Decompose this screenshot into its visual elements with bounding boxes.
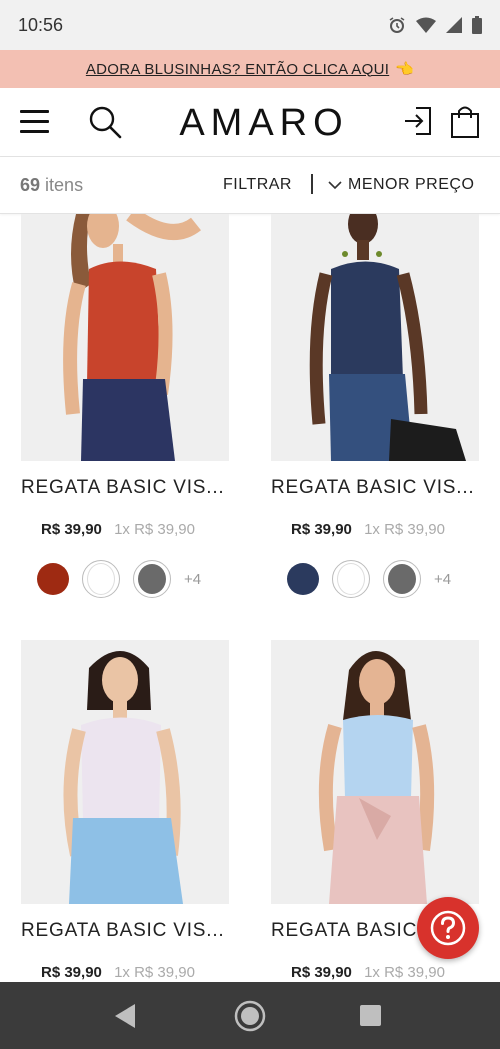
promo-banner[interactable]: ADORA BLUSINHAS? ENTÃO CLICA AQUI 👈 xyxy=(0,50,500,88)
model-photo xyxy=(21,640,229,904)
product-price: R$ 39,90 xyxy=(41,521,102,538)
product-image[interactable] xyxy=(21,640,229,904)
product-image[interactable] xyxy=(21,214,229,461)
color-swatch-white[interactable] xyxy=(332,560,370,598)
recents-icon[interactable] xyxy=(360,1005,381,1026)
status-icons xyxy=(388,16,482,34)
price-row: R$ 39,90 1x R$ 39,90 xyxy=(271,964,481,981)
product-installment: 1x R$ 39,90 xyxy=(114,521,195,538)
product-price: R$ 39,90 xyxy=(41,964,102,981)
results-count-label: itens xyxy=(45,175,84,195)
login-icon[interactable] xyxy=(404,106,432,136)
product-price: R$ 39,90 xyxy=(291,521,352,538)
product-installment: 1x R$ 39,90 xyxy=(114,964,195,981)
product-card[interactable]: REGATA BASIC VIS... R$ 39,90 1x R$ 39,90 xyxy=(21,640,231,981)
help-button[interactable] xyxy=(417,897,479,959)
back-icon[interactable] xyxy=(113,1003,137,1029)
alarm-icon xyxy=(389,17,405,33)
price-row: R$ 39,90 1x R$ 39,90 xyxy=(21,521,231,538)
product-name[interactable]: REGATA BASIC VIS... xyxy=(21,477,231,499)
shopping-bag-icon[interactable] xyxy=(450,105,480,139)
product-image[interactable] xyxy=(271,214,479,461)
status-time: 10:56 xyxy=(18,14,64,35)
color-swatch-rust[interactable] xyxy=(37,563,69,595)
signal-icon xyxy=(446,17,462,33)
promo-text[interactable]: ADORA BLUSINHAS? ENTÃO CLICA AQUI xyxy=(86,61,389,78)
results-toolbar: 69 itens FILTRAR MENOR PREÇO xyxy=(0,157,500,214)
product-name[interactable]: REGATA BASIC VIS... xyxy=(21,920,231,942)
home-icon[interactable] xyxy=(234,1000,266,1032)
chevron-down-icon xyxy=(328,180,342,189)
color-swatch-gray[interactable] xyxy=(383,560,421,598)
product-grid: REGATA BASIC VIS... R$ 39,90 1x R$ 39,90… xyxy=(0,214,500,982)
more-colors[interactable]: +4 xyxy=(434,571,451,588)
status-bar: 10:56 xyxy=(0,0,500,50)
battery-icon xyxy=(472,16,482,34)
results-count-number: 69 xyxy=(20,175,41,195)
system-nav-bar xyxy=(0,982,500,1049)
color-swatch-navy[interactable] xyxy=(287,563,319,595)
model-photo xyxy=(21,214,229,461)
product-card[interactable]: REGATA BASIC VIS... R$ 39,90 1x R$ 39,90… xyxy=(21,214,231,598)
sort-button[interactable]: MENOR PREÇO xyxy=(328,176,474,194)
product-card[interactable]: REGATA BASIC VIS... R$ 39,90 1x R$ 39,90… xyxy=(271,214,481,598)
color-swatches: +4 xyxy=(21,560,231,598)
product-image[interactable] xyxy=(271,640,479,904)
product-price: R$ 39,90 xyxy=(291,964,352,981)
question-icon xyxy=(430,910,466,946)
product-name[interactable]: REGATA BASIC VIS... xyxy=(271,477,481,499)
toolbar-divider xyxy=(311,174,313,194)
more-colors[interactable]: +4 xyxy=(184,571,201,588)
price-row: R$ 39,90 1x R$ 39,90 xyxy=(271,521,481,538)
model-photo xyxy=(271,214,479,461)
product-installment: 1x R$ 39,90 xyxy=(364,964,445,981)
model-photo xyxy=(271,640,479,904)
color-swatches: +4 xyxy=(271,560,481,598)
price-row: R$ 39,90 1x R$ 39,90 xyxy=(21,964,231,981)
filter-button[interactable]: FILTRAR xyxy=(223,176,292,194)
logo-text: AMARO xyxy=(179,102,349,144)
header: AMARO xyxy=(0,88,500,157)
wifi-icon xyxy=(416,17,436,33)
product-installment: 1x R$ 39,90 xyxy=(364,521,445,538)
sort-label: MENOR PREÇO xyxy=(348,176,475,193)
pointing-hand-icon: 👈 xyxy=(395,61,415,78)
results-count: 69 itens xyxy=(20,175,83,196)
color-swatch-gray[interactable] xyxy=(133,560,171,598)
color-swatch-white[interactable] xyxy=(82,560,120,598)
